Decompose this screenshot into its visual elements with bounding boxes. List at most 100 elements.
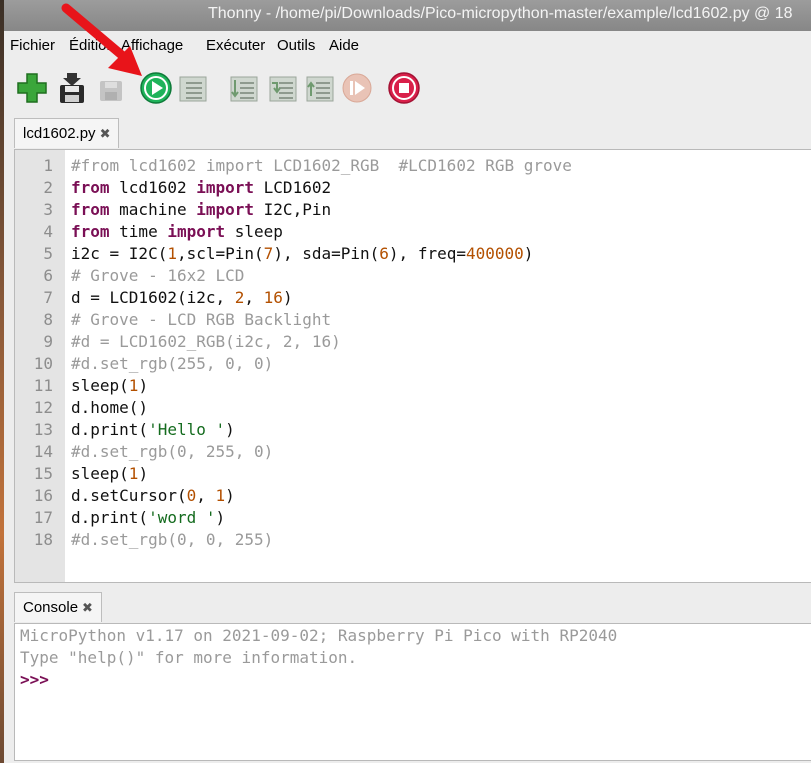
code-line[interactable]: #d.set_rgb(0, 255, 0) — [71, 441, 273, 463]
line-number-gutter: 1 2 3 4 5 6 7 8 9 10 11 12 13 14 15 16 17 18 — [15, 150, 65, 582]
code-token: 'Hello ' — [148, 420, 226, 439]
code-line[interactable]: #d.set_rgb(0, 0, 255) — [71, 529, 273, 551]
code-line[interactable]: sleep(1) — [71, 375, 148, 397]
tab-console[interactable]: Console ✖ — [14, 592, 102, 622]
menu-aide[interactable]: Aide — [329, 37, 359, 54]
code-line[interactable]: d = LCD1602(i2c, 2, 16) — [71, 287, 293, 309]
close-icon[interactable]: ✖ — [100, 126, 111, 142]
close-icon[interactable]: ✖ — [82, 600, 93, 616]
code-token: ) — [138, 376, 149, 395]
code-token: from — [71, 178, 110, 197]
stop-icon[interactable] — [387, 71, 421, 105]
code-token: import — [167, 222, 226, 241]
console-prompt: >>> — [20, 670, 49, 689]
code-token: d.print( — [71, 420, 149, 439]
tab-label: Console — [23, 599, 79, 616]
console-shell[interactable]: MicroPython v1.17 on 2021-09-02; Raspber… — [14, 623, 811, 761]
step-over-icon — [230, 76, 258, 102]
line-number: 6 — [43, 266, 53, 285]
code-line[interactable]: #d = LCD1602_RGB(i2c, 2, 16) — [71, 331, 341, 353]
line-number: 12 — [33, 398, 53, 417]
code-line[interactable]: d.setCursor(0, 1) — [71, 485, 235, 507]
code-token: d = LCD1602(i2c, — [71, 288, 235, 307]
code-line[interactable]: d.print('Hello ') — [71, 419, 235, 441]
code-token: # Grove - LCD RGB Backlight — [71, 310, 332, 329]
code-token: ) — [523, 244, 534, 263]
thonny-window: Thonny - /home/pi/Downloads/Pico-micropy… — [4, 0, 811, 763]
line-number: 10 — [33, 354, 53, 373]
code-token: ) — [138, 464, 149, 483]
code-line[interactable]: # Grove - LCD RGB Backlight — [71, 309, 331, 331]
code-token: sleep — [225, 222, 283, 241]
line-number: 2 — [43, 178, 53, 197]
code-line[interactable]: from lcd1602 import LCD1602 — [71, 177, 331, 199]
tab-lcd1602[interactable]: lcd1602.py ✖ — [14, 118, 120, 148]
code-line[interactable]: # Grove - 16x2 LCD — [71, 265, 244, 287]
code-editor[interactable]: 1 2 3 4 5 6 7 8 9 10 11 12 13 14 15 16 17 18 #from lcd160… — [14, 149, 811, 583]
code-token: , — [244, 288, 264, 307]
code-token: ) — [215, 508, 226, 527]
code-token: 'word ' — [148, 508, 216, 527]
line-number: 13 — [33, 420, 53, 439]
code-line[interactable]: d.home() — [71, 397, 148, 419]
code-token: I2C,Pin — [254, 200, 332, 219]
code-line[interactable]: sleep(1) — [71, 463, 148, 485]
code-token: ,scl=Pin( — [176, 244, 264, 263]
code-token: d.setCursor( — [71, 486, 187, 505]
red-arrow-annotation — [61, 3, 142, 76]
code-token: ) — [282, 288, 293, 307]
code-token: from — [71, 200, 110, 219]
code-token: LCD1602 — [254, 178, 332, 197]
code-token: machine — [109, 200, 197, 219]
code-token: sleep( — [71, 376, 129, 395]
code-line[interactable]: d.print('word ') — [71, 507, 225, 529]
resume-icon — [342, 73, 372, 103]
line-number: 11 — [33, 376, 53, 395]
line-number: 7 — [43, 288, 53, 307]
code-token: from — [71, 222, 110, 241]
code-token: # Grove - 16x2 LCD — [71, 266, 245, 285]
code-line[interactable]: from time import sleep — [71, 221, 283, 243]
code-line[interactable]: from machine import I2C,Pin — [71, 199, 331, 221]
code-token: import — [196, 178, 255, 197]
console-line: Type "help()" for more information. — [20, 648, 358, 667]
line-number: 8 — [43, 310, 53, 329]
console-tab-strip: Console ✖ — [14, 590, 811, 623]
menu-fichier[interactable]: Fichier — [10, 37, 55, 54]
code-token: 1 — [128, 464, 139, 483]
code-token: sleep( — [71, 464, 129, 483]
code-token: 7 — [263, 244, 274, 263]
code-token: 1 — [215, 486, 226, 505]
code-line[interactable]: #d.set_rgb(255, 0, 0) — [71, 353, 273, 375]
code-line[interactable]: i2c = I2C(1,scl=Pin(7), sda=Pin(6), freq… — [71, 243, 533, 265]
code-token: #from lcd1602 import LCD1602_RGB #LCD160… — [71, 156, 572, 175]
new-file-icon[interactable] — [15, 71, 49, 105]
code-token: #d.set_rgb(0, 255, 0) — [71, 442, 274, 461]
menu-executer[interactable]: Exécuter — [206, 37, 265, 54]
step-out-icon — [306, 76, 334, 102]
line-number: 14 — [33, 442, 53, 461]
code-token: ) — [225, 420, 235, 439]
window-title: Thonny - /home/pi/Downloads/Pico-micropy… — [208, 5, 793, 22]
code-token: 2 — [234, 288, 245, 307]
line-number: 17 — [33, 508, 53, 527]
line-number: 15 — [33, 464, 53, 483]
code-token: 0 — [186, 486, 197, 505]
code-token: 1 — [167, 244, 177, 263]
code-token: ) — [225, 486, 235, 505]
tab-label: lcd1602.py — [23, 125, 96, 142]
line-number: 18 — [33, 530, 53, 549]
code-line[interactable]: #from lcd1602 import LCD1602_RGB #LCD160… — [71, 155, 572, 177]
code-token: #d = LCD1602_RGB(i2c, 2, 16) — [71, 332, 341, 351]
step-into-icon — [269, 76, 297, 102]
code-token: 1 — [128, 376, 139, 395]
menu-outils[interactable]: Outils — [277, 37, 315, 54]
line-number: 3 — [43, 200, 53, 219]
code-token: #d.set_rgb(0, 0, 255) — [71, 530, 274, 549]
line-number: 1 — [43, 156, 53, 175]
code-token: d.home() — [71, 398, 149, 417]
code-token: ), sda=Pin( — [273, 244, 380, 263]
line-number: 5 — [43, 244, 53, 263]
code-token: 6 — [379, 244, 389, 263]
editor-tab-strip: lcd1602.py ✖ — [14, 116, 811, 149]
